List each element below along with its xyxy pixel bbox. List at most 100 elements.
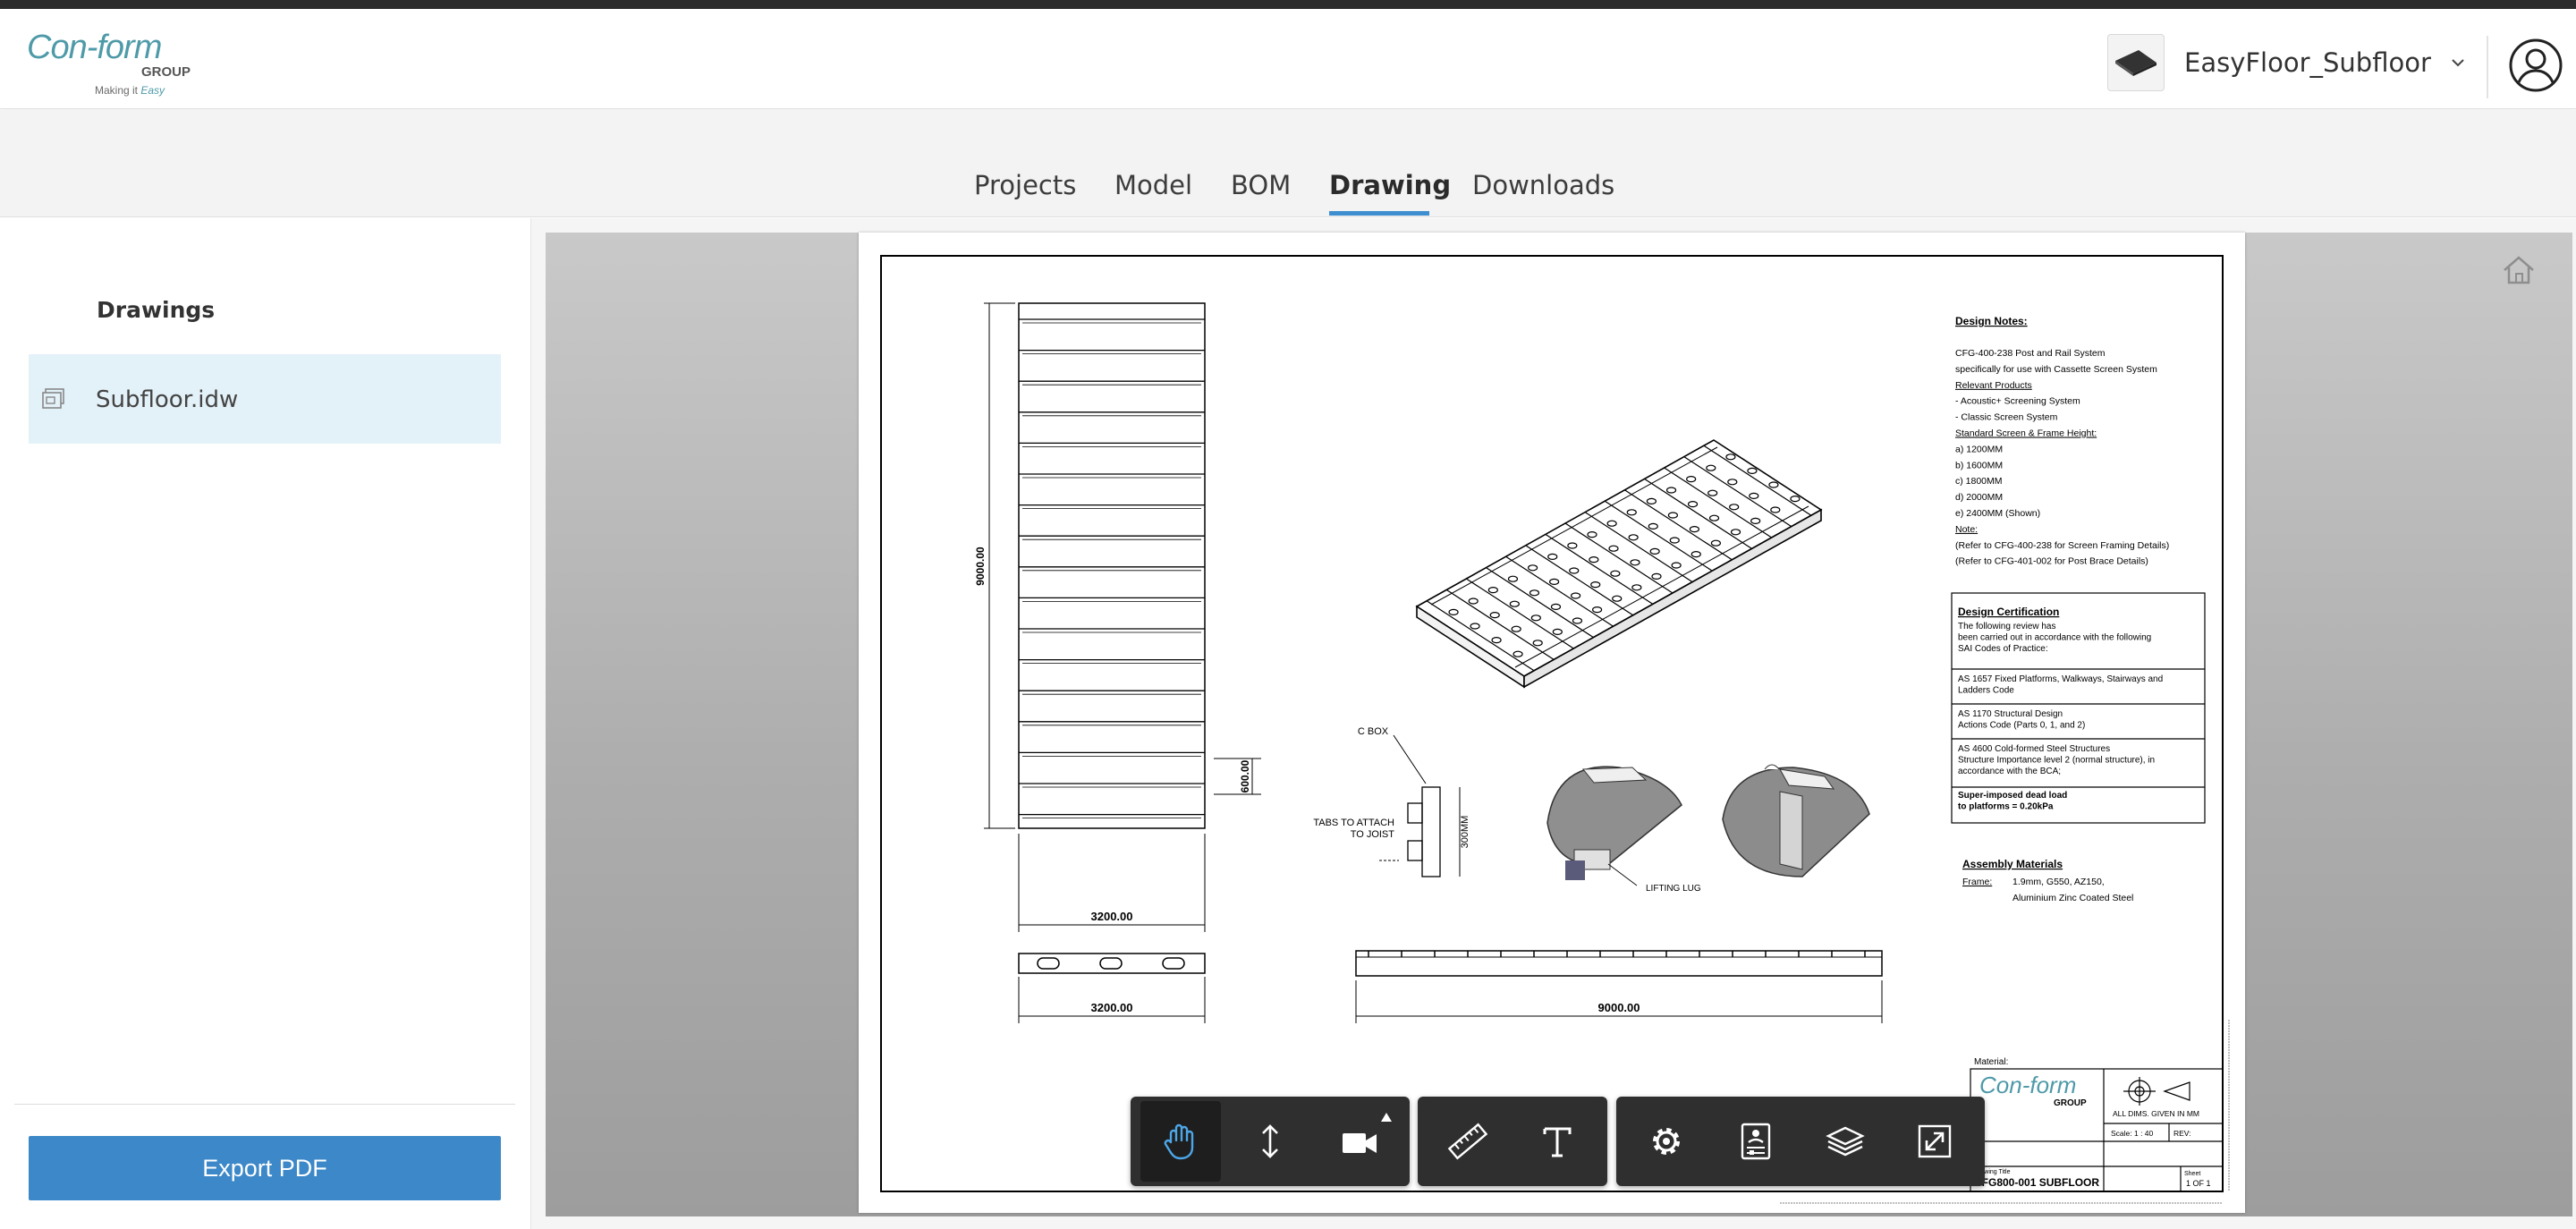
camera-icon bbox=[1343, 1133, 1377, 1153]
design-note-line: d) 2000MM bbox=[1955, 492, 2003, 503]
drawing-file-label: Subfloor.idw bbox=[96, 386, 239, 413]
iso-joist-hole bbox=[1730, 529, 1741, 536]
iso-joist-hole bbox=[1487, 587, 1498, 594]
assembly-title: Assembly Materials bbox=[1962, 858, 2063, 870]
conform-logo[interactable]: Con-form GROUP Making it Easy bbox=[27, 29, 191, 100]
iso-joist-hole bbox=[1491, 637, 1502, 644]
cbox-detail bbox=[1379, 734, 1461, 877]
pan-icon bbox=[1164, 1123, 1194, 1160]
home-view-icon[interactable] bbox=[2499, 250, 2538, 290]
certification-line: been carried out in accordance with the … bbox=[1958, 633, 2151, 643]
iso-joist-hole bbox=[1591, 606, 1603, 614]
certification-line: Ladders Code bbox=[1958, 686, 2014, 696]
iso-joist-hole bbox=[1665, 487, 1677, 494]
plan-view bbox=[1018, 302, 1206, 829]
dolly-icon bbox=[1262, 1124, 1278, 1158]
iso-joist-hole bbox=[1511, 625, 1521, 632]
drawing-sheet: 9000.00 600.00 3200.00 3200.00 9000.00 C… bbox=[859, 233, 2245, 1213]
design-notes-title: Design Notes: bbox=[1955, 315, 2028, 327]
iso-joist-hole bbox=[1710, 539, 1722, 547]
iso-joist-hole bbox=[1626, 509, 1637, 516]
iso-joist-hole bbox=[1750, 517, 1761, 524]
pan-tool-button[interactable] bbox=[1140, 1101, 1221, 1182]
camera-tool-button[interactable] bbox=[1319, 1101, 1400, 1182]
layers-icon bbox=[1826, 1126, 1865, 1157]
floor-thumbnail-icon bbox=[2115, 50, 2157, 76]
iso-joist-hole bbox=[1687, 501, 1699, 508]
design-note-line: Relevant Products bbox=[1955, 380, 2032, 391]
text-markup-button[interactable] bbox=[1517, 1101, 1597, 1182]
tab-downloads[interactable]: Downloads bbox=[1472, 170, 1614, 200]
assembly-frame-label: Frame: bbox=[1962, 877, 1992, 887]
dolly-tool-button[interactable] bbox=[1230, 1101, 1310, 1182]
iso-joist-hole bbox=[1548, 578, 1560, 585]
user-avatar-icon[interactable] bbox=[2508, 38, 2563, 93]
tb-group: GROUP bbox=[2054, 1098, 2087, 1108]
settings-button[interactable] bbox=[1626, 1101, 1707, 1182]
isometric-view bbox=[1415, 439, 1823, 689]
measure-tool-button[interactable] bbox=[1428, 1101, 1508, 1182]
tb-scale: Scale: 1 : 40 bbox=[2111, 1129, 2154, 1138]
subfloor-drawing: 9000.00 600.00 3200.00 3200.00 9000.00 C… bbox=[880, 255, 2230, 1204]
layers-button[interactable] bbox=[1805, 1101, 1885, 1182]
iso-joist-hole bbox=[1749, 492, 1759, 499]
iso-joist-hole bbox=[1547, 553, 1558, 560]
design-note-line: b) 1600MM bbox=[1955, 460, 2003, 470]
tab-bom[interactable]: BOM bbox=[1231, 170, 1291, 200]
project-name: EasyFloor_Subfloor bbox=[2184, 47, 2431, 78]
iso-joist-hole bbox=[1790, 496, 1801, 503]
iso-joist-hole bbox=[1686, 476, 1697, 483]
tab-projects[interactable]: Projects bbox=[974, 170, 1076, 200]
dim-length: 9000.00 bbox=[1598, 1001, 1640, 1014]
dim-height: 9000.00 bbox=[974, 547, 987, 586]
iso-joist-hole bbox=[1590, 581, 1601, 589]
iso-joist-hole bbox=[1527, 564, 1538, 572]
logo-tagline: Making it Easy bbox=[95, 84, 165, 97]
design-note-line: CFG-400-238 Post and Rail System bbox=[1955, 348, 2106, 359]
iso-joist-hole bbox=[1649, 547, 1660, 555]
properties-button[interactable] bbox=[1716, 1101, 1796, 1182]
plan-view-rails bbox=[1019, 318, 1205, 818]
iso-joist-hole bbox=[1552, 628, 1563, 635]
iso-joist-hole bbox=[1667, 512, 1679, 519]
chevron-down-icon[interactable] bbox=[2447, 52, 2469, 73]
design-note-line: (Refer to CFG-401-002 for Post Brace Det… bbox=[1955, 556, 2148, 567]
iso-joist-hole bbox=[1489, 612, 1500, 619]
iso-joist-hole bbox=[1606, 520, 1617, 527]
project-selector[interactable]: EasyFloor_Subfloor bbox=[2107, 30, 2469, 95]
measure-icon bbox=[1447, 1123, 1488, 1160]
iso-joist-hole bbox=[1572, 617, 1583, 624]
iso-joist-hole bbox=[1690, 551, 1701, 558]
header-divider bbox=[2487, 36, 2488, 98]
iso-joist-hole bbox=[1612, 595, 1623, 602]
iso-joist-hole bbox=[1689, 526, 1700, 533]
drawing-list-item[interactable]: Subfloor.idw bbox=[29, 354, 501, 444]
design-note-line: Note: bbox=[1955, 524, 1978, 535]
iso-joist-hole bbox=[1587, 531, 1597, 538]
iso-joist-hole bbox=[1513, 650, 1523, 657]
iso-joist-hole bbox=[1470, 623, 1480, 630]
design-note-line: c) 1800MM bbox=[1955, 476, 2003, 487]
iso-joist-hole bbox=[1608, 545, 1619, 552]
tb-sheet-label: Sheet bbox=[2184, 1171, 2200, 1177]
iso-joist-hole bbox=[1448, 608, 1459, 615]
design-notes: CFG-400-238 Post and Rail System specific… bbox=[1955, 348, 2169, 567]
assembly-line-2: Aluminium Zinc Coated Steel bbox=[2012, 893, 2133, 903]
iso-joist-hole bbox=[1630, 559, 1640, 566]
certification-line: to platforms = 0.20kPa bbox=[1958, 802, 2054, 812]
certification-line: AS 1170 Structural Design bbox=[1958, 709, 2063, 719]
iso-joist-hole bbox=[1671, 562, 1682, 569]
tab-drawing[interactable]: Drawing bbox=[1329, 170, 1451, 200]
submenu-triangle-icon bbox=[1381, 1113, 1392, 1122]
tb-dims: ALL DIMS. GIVEN IN MM bbox=[2113, 1109, 2199, 1118]
design-note-line: (Refer to CFG-400-238 for Screen Framing… bbox=[1955, 540, 2169, 551]
export-pdf-button[interactable]: Export PDF bbox=[29, 1136, 501, 1200]
iso-joist-hole bbox=[1530, 614, 1541, 622]
dim-spacing: 600.00 bbox=[1239, 759, 1251, 792]
tab-model[interactable]: Model bbox=[1114, 170, 1192, 200]
toolbar-settings bbox=[1616, 1097, 1985, 1186]
fullscreen-button[interactable] bbox=[1894, 1101, 1975, 1182]
active-tab-indicator bbox=[1329, 211, 1429, 216]
certification-line: Structure Importance level 2 (normal str… bbox=[1958, 756, 2155, 766]
iso-joist-hole bbox=[1747, 467, 1758, 474]
